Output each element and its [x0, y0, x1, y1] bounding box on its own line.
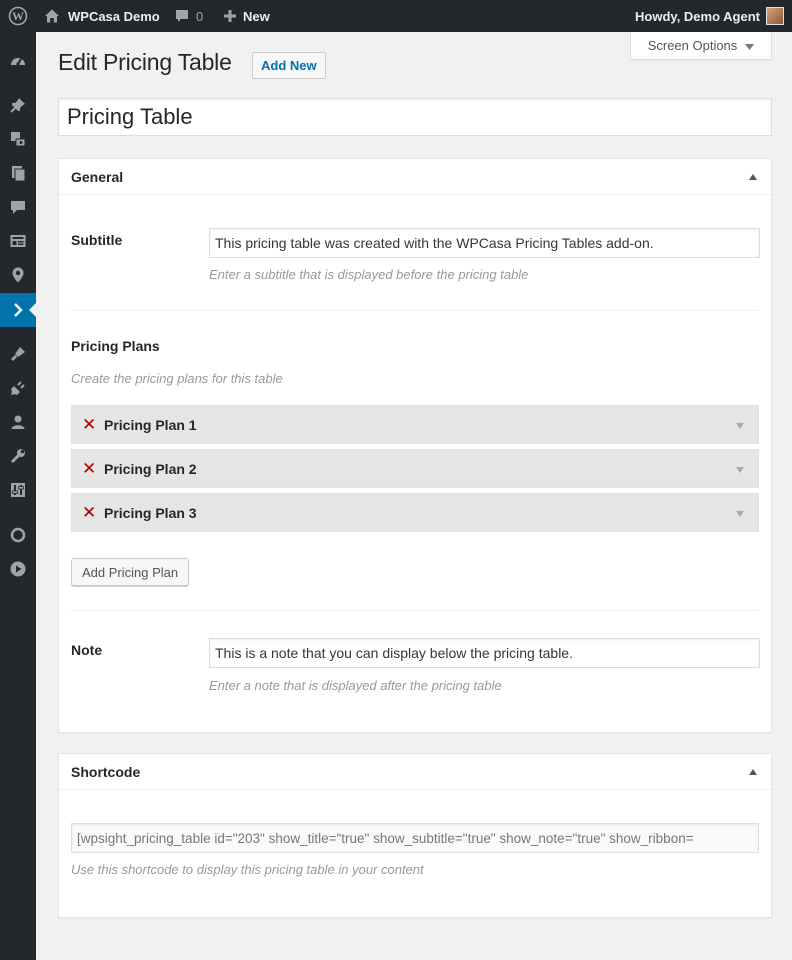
collapse-arrow-icon[interactable]: [749, 768, 757, 775]
dashboard-icon[interactable]: [0, 44, 36, 78]
divider: [71, 310, 759, 311]
location-icon[interactable]: [0, 258, 36, 292]
add-new-button[interactable]: Add New: [252, 52, 326, 79]
shortcode-description: Use this shortcode to display this prici…: [71, 862, 424, 877]
note-label: Note: [71, 642, 103, 658]
pricing-plans-description: Create the pricing plans for this table: [71, 371, 283, 386]
expand-arrow-icon[interactable]: [736, 511, 744, 517]
expand-arrow-icon[interactable]: [736, 423, 744, 429]
admin-menu: [0, 32, 36, 960]
users-icon[interactable]: [0, 405, 36, 439]
site-name: WPCasa Demo: [68, 8, 160, 24]
svg-text:W: W: [12, 9, 24, 23]
pricing-plan-row[interactable]: ✕ Pricing Plan 1: [71, 405, 759, 444]
general-heading: General: [71, 168, 124, 185]
wordpress-logo-icon[interactable]: W: [0, 0, 35, 32]
plus-icon: [223, 9, 237, 23]
caret-down-icon: [745, 38, 755, 53]
remove-plan-icon[interactable]: ✕: [82, 460, 104, 477]
new-label: New: [243, 8, 270, 24]
screen-options-label: Screen Options: [647, 38, 738, 53]
home-icon: [44, 8, 60, 24]
site-name-link[interactable]: WPCasa Demo: [44, 0, 160, 32]
appearance-icon[interactable]: [0, 337, 36, 371]
tools-icon[interactable]: [0, 439, 36, 473]
collapse-arrow-icon[interactable]: [749, 173, 757, 180]
admin-bar: W WPCasa Demo 0 New Howdy, Demo Agent: [0, 0, 792, 32]
add-pricing-plan-button[interactable]: Add Pricing Plan: [71, 558, 190, 586]
remove-plan-icon[interactable]: ✕: [82, 504, 104, 521]
pricing-plan-row[interactable]: ✕ Pricing Plan 3: [71, 493, 759, 532]
note-input[interactable]: [209, 638, 760, 668]
subtitle-input[interactable]: [209, 228, 760, 258]
general-metabox: General Subtitle Enter a subtitle that i…: [58, 158, 772, 733]
plugins-icon[interactable]: [0, 371, 36, 405]
pricing-plan-title: Pricing Plan 2: [104, 460, 197, 477]
pricing-plan-title: Pricing Plan 3: [104, 504, 197, 521]
comments-count: 0: [196, 8, 204, 24]
subtitle-label: Subtitle: [71, 232, 123, 248]
remove-plan-icon[interactable]: ✕: [82, 416, 104, 433]
circle-icon[interactable]: [0, 518, 36, 552]
shortcode-metabox: Shortcode Use this shortcode to display …: [58, 753, 772, 918]
shortcode-field[interactable]: [71, 823, 759, 853]
current-plugin-icon[interactable]: [0, 293, 36, 327]
general-metabox-header[interactable]: General: [59, 159, 771, 195]
pages-icon[interactable]: [0, 156, 36, 190]
screen-options-toggle[interactable]: Screen Options: [630, 32, 772, 60]
post-title-input[interactable]: [58, 98, 772, 136]
my-account-link[interactable]: Howdy, Demo Agent: [635, 0, 784, 32]
expand-arrow-icon[interactable]: [736, 467, 744, 473]
page-title: Edit Pricing Table: [58, 49, 232, 75]
shortcode-metabox-header[interactable]: Shortcode: [59, 754, 771, 790]
pin-icon[interactable]: [0, 88, 36, 122]
pricing-plan-row[interactable]: ✕ Pricing Plan 2: [71, 449, 759, 488]
comments-link[interactable]: 0: [174, 0, 203, 32]
listings-icon[interactable]: [0, 224, 36, 258]
settings-icon[interactable]: [0, 473, 36, 507]
shortcode-heading: Shortcode: [71, 763, 141, 780]
media-icon[interactable]: [0, 122, 36, 156]
pricing-plans-label: Pricing Plans: [71, 338, 160, 354]
pricing-plan-title: Pricing Plan 1: [104, 416, 197, 433]
comments-icon[interactable]: [0, 190, 36, 224]
comment-bubble-icon: [174, 8, 190, 24]
avatar: [766, 7, 784, 25]
account-greeting: Howdy, Demo Agent: [635, 8, 760, 24]
play-icon[interactable]: [0, 552, 36, 586]
note-description: Enter a note that is displayed after the…: [209, 678, 502, 693]
divider: [71, 610, 759, 611]
new-content-link[interactable]: New: [223, 0, 270, 32]
subtitle-description: Enter a subtitle that is displayed befor…: [209, 267, 529, 282]
